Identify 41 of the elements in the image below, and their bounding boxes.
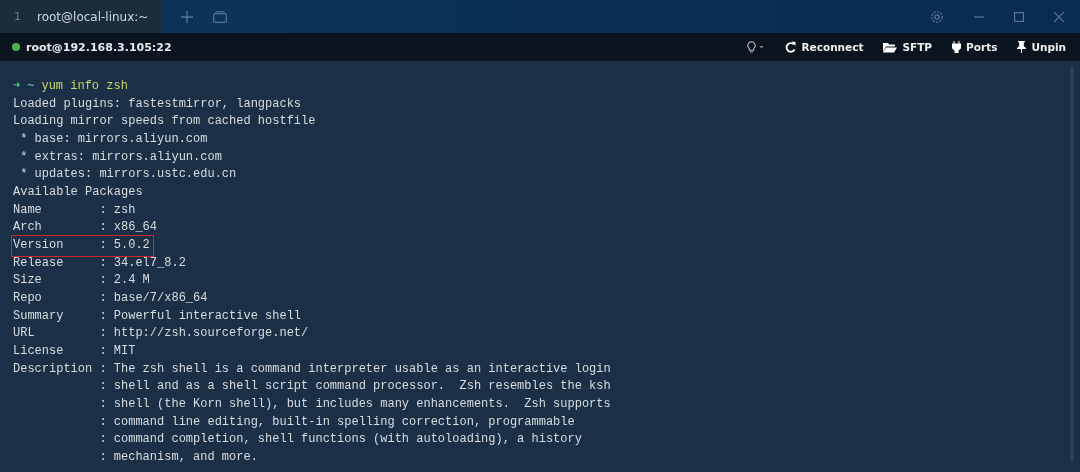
output-line: Description : The zsh shell is a command interpreter usable as an interactive login [13,360,611,378]
output-line: : shell (the Korn shell), but includes many enhancements. Zsh supports [98,396,611,414]
pin-icon [1017,41,1027,53]
output-line: : command line editing, built-in spelling correction, programmable [98,413,575,431]
output-line: Release : 34.el7_8.2 [13,254,186,272]
terminal-tab[interactable]: 1 root@local-linux:~ [0,0,161,33]
host-label: root@192.168.3.105:22 [26,40,172,54]
output-line: * updates: mirrors.ustc.edu.cn [19,166,237,184]
output-line: Repo : base/7/x86_64 [13,290,208,308]
folder-icon [883,41,898,53]
output-line: : command completion, shell functions (with autoloading), a history [98,431,582,449]
lightbulb-icon [747,41,766,53]
refresh-icon [785,41,797,53]
close-icon[interactable] [1054,11,1064,22]
output-line: Loading mirror speeds from cached hostfile [13,113,316,131]
settings-icon[interactable] [930,9,944,24]
ports-button[interactable]: Ports [948,39,1002,55]
highlighted-output-line: Version : 5.0.2 [13,237,152,255]
pin-button[interactable]: Unpin [1013,39,1070,55]
output-line: : shell and as a shell script command processor. Zsh resembles the ksh [98,378,611,396]
prompt-arrow: ➜ [13,79,21,93]
output-line: URL : http://zsh.sourceforge.net/ [13,325,309,343]
maximize-icon[interactable] [1014,11,1024,22]
minimize-icon[interactable] [974,15,984,18]
windows-icon[interactable] [213,10,227,23]
plug-icon [952,41,962,53]
command-text: yum info zsh [41,79,128,93]
reconnect-button[interactable]: Reconnect [781,39,868,55]
output-line: Available Packages [13,184,143,202]
sftp-button[interactable]: SFTP [879,39,937,55]
output-line: Summary : Powerful interactive shell [13,307,302,325]
output-line: Arch : x86_64 [13,219,158,237]
prompt-directory: ~ [27,79,35,93]
output-line: Name : zsh [13,201,136,219]
output-line: Size : 2.4 M [13,272,150,290]
plus-icon[interactable] [181,10,193,23]
output-line: Loaded plugins: fastestmirror, langpacks [13,95,302,113]
output-line: * extras: mirrors.aliyun.com [19,148,222,166]
output-line: * base: mirrors.aliyun.com [19,131,208,148]
output-line: License : MIT [13,343,136,361]
output-line: : mechanism, and more. [98,449,258,467]
